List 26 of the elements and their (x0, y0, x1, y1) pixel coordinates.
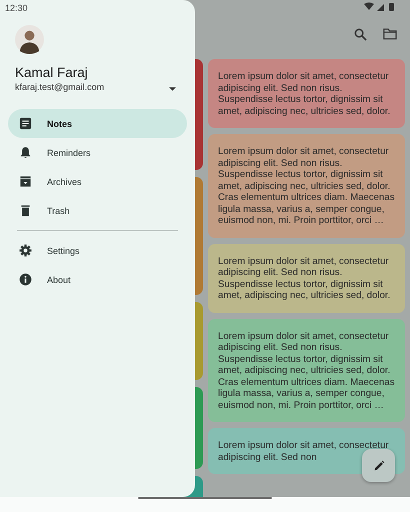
info-icon (19, 273, 32, 286)
trash-icon (19, 204, 32, 217)
note-card[interactable]: Lorem ipsum dolor sit amet, consectetur adipiscing elit. Sed non risus. Suspendisse lectus tortor, dignissim sit amet, adipiscing nec, ultricies sed, dolor. Cras elementum ultrices diam. Maecenas ligula massa, varius a, semper congue, euismod non, mi. Proin porttitor, orci … (208, 134, 405, 238)
archive-box-icon (19, 175, 32, 188)
note-icon (19, 117, 32, 130)
account-name: Kamal Faraj (15, 65, 89, 80)
note-card[interactable]: Lorem ipsum dolor sit amet, consectetur adipiscing elit. Sed non (208, 428, 405, 474)
drawer-item[interactable]: Trash (8, 196, 187, 225)
drawer-item[interactable]: Notes (8, 109, 187, 138)
drawer-item[interactable]: About (8, 265, 187, 294)
dropdown-caret-icon[interactable] (169, 86, 176, 90)
bell-icon (19, 146, 32, 159)
pencil-icon (372, 460, 384, 472)
note-card[interactable]: Lorem ipsum dolor sit amet, consectetur adipiscing elit. Sed non risus. Suspendisse lectus tortor, dignissim sit amet, adipiscing nec, ultricies sed, dolor. (208, 59, 405, 128)
status-time: 12:30 (4, 2, 29, 14)
avatar-icon[interactable] (15, 25, 44, 54)
search-icon[interactable] (354, 28, 367, 40)
folder-icon[interactable] (383, 28, 397, 40)
drawer-item[interactable]: Archives (8, 167, 187, 196)
drawer-item[interactable]: Settings (8, 236, 187, 265)
note-card[interactable]: Lorem ipsum dolor sit amet, consectetur adipiscing elit. Sed non risus. Suspendisse lectus tortor, dignissim sit amet, adipiscing nec, ultricies sed, dolor. Cras elementum ultrices diam. Maecenas ligula massa, varius a, semper congue, euismod non, mi. Proin porttitor, orci … (208, 318, 405, 422)
drawer-item[interactable]: Reminders (8, 138, 187, 167)
edit-button[interactable] (362, 449, 395, 482)
account-email: kfaraj.test@gmail.com (15, 82, 104, 92)
settings-icon (19, 244, 32, 257)
note-card[interactable]: Lorem ipsum dolor sit amet, consectetur adipiscing elit. Sed non risus. Suspendisse lectus tortor, dignissim sit amet, adipiscing nec, ultricies sed, dolor. (208, 244, 405, 312)
